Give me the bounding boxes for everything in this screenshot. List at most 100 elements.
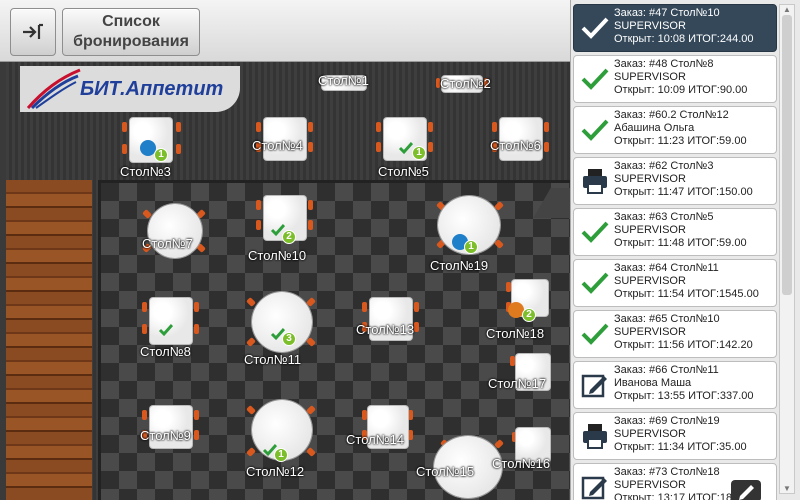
- order-line1: Заказ: #64 Стол№11: [614, 262, 719, 274]
- chair: [194, 410, 199, 420]
- order-count-badge: 3: [282, 332, 296, 346]
- table-16[interactable]: Стол№16: [488, 428, 554, 472]
- table-2[interactable]: Стол№2: [434, 70, 491, 96]
- table-label: Стол№8: [140, 344, 191, 359]
- chair: [142, 302, 147, 312]
- order-text: Заказ: #47 Стол№10 SUPERVISOR Открыт: 10:0…: [614, 7, 754, 46]
- table-5[interactable]: 1 Стол№5: [372, 118, 438, 184]
- order-card[interactable]: Заказ: #66 Стол№11 Иванова Маша Открыт: 13…: [573, 361, 777, 409]
- order-text: Заказ: #69 Стол№19 SUPERVISOR Открыт: 11:3…: [614, 415, 747, 454]
- chair: [142, 410, 147, 420]
- table-top: [252, 292, 312, 352]
- order-text: Заказ: #66 Стол№11 Иванова Маша Открыт: 13…: [614, 364, 754, 403]
- order-card[interactable]: Заказ: #62 Стол№3 SUPERVISOR Открыт: 11:47…: [573, 157, 777, 205]
- table-label: Стол№16: [492, 456, 551, 471]
- chair: [256, 220, 261, 230]
- orders-panel: Заказ: #47 Стол№10 SUPERVISOR Открыт: 10:0…: [570, 0, 800, 500]
- order-line2: SUPERVISOR: [614, 428, 686, 440]
- chair: [414, 302, 419, 312]
- table-top: [150, 298, 192, 344]
- order-line3: Открыт: 13:55 ИТОГ:337.00: [614, 390, 754, 402]
- table-label: Стол№17: [488, 376, 547, 391]
- order-line2: SUPERVISOR: [614, 71, 686, 83]
- order-text: Заказ: #60.2 Стол№12 Абашина Ольга Открыт:…: [614, 109, 747, 148]
- order-count-badge: 1: [412, 146, 426, 160]
- table-1[interactable]: Стол№1: [318, 70, 370, 94]
- chair: [256, 200, 261, 210]
- chair: [308, 142, 313, 152]
- order-line2: Абашина Ольга: [614, 122, 695, 134]
- order-line3: Открыт: 11:47 ИТОГ:150.00: [614, 186, 753, 198]
- order-line1: Заказ: #47 Стол№10: [614, 7, 720, 19]
- chair: [428, 142, 433, 152]
- chair: [246, 337, 256, 347]
- table-6[interactable]: Стол№6: [490, 118, 556, 168]
- order-card[interactable]: Заказ: #47 Стол№10 SUPERVISOR Открыт: 10:0…: [573, 4, 777, 52]
- table-7[interactable]: Стол№7: [140, 202, 210, 266]
- chair: [176, 122, 181, 132]
- printer-icon: [580, 166, 610, 196]
- order-count-badge: 1: [154, 148, 168, 162]
- chair: [362, 410, 367, 420]
- scroll-down-icon[interactable]: ▼: [783, 484, 791, 493]
- chair: [194, 324, 199, 334]
- chair: [376, 142, 381, 152]
- order-text: Заказ: #48 Стол№8 SUPERVISOR Открыт: 10:09…: [614, 58, 747, 97]
- table-label: Стол№7: [142, 236, 193, 251]
- table-8[interactable]: Стол№8: [138, 298, 208, 362]
- table-4[interactable]: Стол№4: [252, 118, 318, 168]
- chair: [176, 144, 181, 154]
- table-label: Стол№19: [430, 258, 489, 273]
- order-count-badge: 2: [282, 230, 296, 244]
- table-label: Стол№18: [486, 326, 545, 341]
- table-11[interactable]: 3 Стол№11: [242, 288, 322, 370]
- order-line3: Открыт: 11:54 ИТОГ:1545.00: [614, 288, 759, 300]
- table-18[interactable]: 2 Стол№18: [486, 280, 552, 346]
- order-text: Заказ: #62 Стол№3 SUPERVISOR Открыт: 11:47…: [614, 160, 753, 199]
- order-card[interactable]: Заказ: #69 Стол№19 SUPERVISOR Открыт: 11:3…: [573, 412, 777, 460]
- chair: [246, 405, 256, 415]
- chair: [246, 297, 256, 307]
- order-count-badge: 1: [464, 240, 478, 254]
- table-12[interactable]: 1 Стол№12: [242, 396, 322, 480]
- table-label: Стол№1: [318, 73, 369, 88]
- chair: [246, 447, 256, 457]
- chair: [122, 122, 127, 132]
- order-card[interactable]: Заказ: #60.2 Стол№12 Абашина Ольга Открыт:…: [573, 106, 777, 154]
- booking-list-button[interactable]: Список бронирования: [62, 8, 200, 56]
- chair: [510, 356, 515, 366]
- edit-icon: [580, 370, 610, 400]
- printer-icon: [580, 421, 610, 451]
- table-label: Стол№2: [440, 76, 491, 91]
- order-card[interactable]: Заказ: #64 Стол№11 SUPERVISOR Открыт: 11:5…: [573, 259, 777, 307]
- order-text: Заказ: #65 Стол№10 SUPERVISOR Открыт: 11:5…: [614, 313, 753, 352]
- table-13[interactable]: Стол№13: [356, 298, 426, 348]
- chair: [308, 200, 313, 210]
- orders-scrollbar[interactable]: ▲ ▼: [779, 4, 795, 494]
- exit-button[interactable]: [10, 8, 56, 56]
- order-count-badge: 2: [522, 308, 536, 322]
- table-3[interactable]: 1 Стол№3: [118, 118, 184, 184]
- table-label: Стол№6: [490, 138, 541, 153]
- table-label: Стол№15: [416, 464, 475, 479]
- chair: [494, 239, 504, 249]
- chair: [308, 122, 313, 132]
- order-line3: Открыт: 11:34 ИТОГ:35.00: [614, 441, 747, 453]
- table-label: Стол№4: [252, 138, 303, 153]
- scrollbar-thumb[interactable]: [782, 15, 792, 295]
- order-line3: Открыт: 11:23 ИТОГ:59.00: [614, 135, 747, 147]
- table-10[interactable]: 2 Стол№10: [248, 196, 318, 263]
- logo-text: БИТ.Аппетит: [80, 78, 224, 100]
- table-9[interactable]: Стол№9: [138, 406, 208, 456]
- check-icon: [580, 319, 610, 349]
- table-label: Стол№14: [346, 432, 405, 447]
- order-line1: Заказ: #62 Стол№3: [614, 160, 714, 172]
- table-19[interactable]: 1 Стол№19: [430, 194, 510, 274]
- scroll-up-icon[interactable]: ▲: [783, 5, 791, 14]
- order-card[interactable]: Заказ: #65 Стол№10 SUPERVISOR Открыт: 11:5…: [573, 310, 777, 358]
- edit-button[interactable]: [731, 480, 761, 500]
- table-17[interactable]: Стол№17: [486, 354, 552, 394]
- order-card[interactable]: Заказ: #48 Стол№8 SUPERVISOR Открыт: 10:09…: [573, 55, 777, 103]
- order-card[interactable]: Заказ: #63 Стол№5 SUPERVISOR Открыт: 11:48…: [573, 208, 777, 256]
- order-line3: Открыт: 11:48 ИТОГ:59.00: [614, 237, 747, 249]
